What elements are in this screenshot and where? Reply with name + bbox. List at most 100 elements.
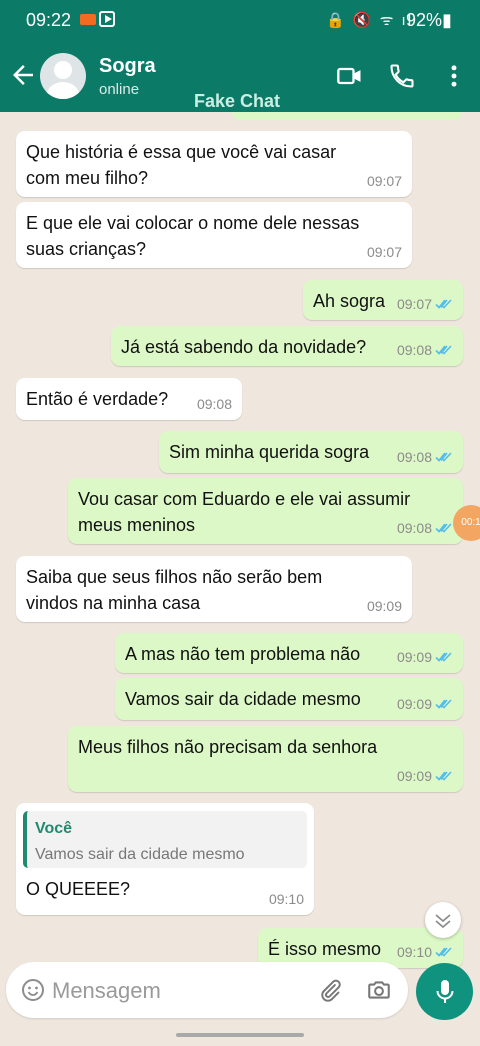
message-bubble-outgoing[interactable]: Vou casar com Eduardo e ele vai assumir m… [68,478,463,544]
scroll-to-bottom-button[interactable] [425,902,461,938]
status-time: 09:22 [26,10,72,30]
message-text: A mas não tem problema não [125,641,360,667]
home-handle[interactable] [176,1033,304,1037]
message-timestamp: 09:07 [366,173,402,189]
message-bubble-outgoing[interactable]: Meus filhos não precisam da senhora 09:09 [68,726,463,792]
message-timestamp: 09:08 [396,520,432,536]
camera-icon[interactable] [365,977,393,1003]
message-timestamp: 09:07 [396,296,432,312]
double-check-icon [435,947,452,957]
message-line: suas crianças? [26,239,147,259]
message-bubble-incoming[interactable]: Então é verdade? 09:08 [16,378,242,420]
double-check-icon [435,699,452,709]
message-line: Ah sogra [313,291,386,311]
message-text: É isso mesmo [268,936,381,962]
watermark: Fake Chat [194,91,281,111]
message-bubble-outgoing[interactable]: Ah sogra 09:07 [303,280,463,320]
contact-name[interactable]: Sogra [99,55,156,78]
message-timestamp: 09:08 [196,396,232,412]
message-text: Que história é essa que você vai casar co… [26,139,336,191]
play-store-icon [99,11,115,27]
message-timestamp: 09:08 [396,342,432,358]
double-check-icon [435,345,452,355]
avatar[interactable] [40,53,86,99]
message-text: Vamos sair da cidade mesmo [125,686,361,712]
message-time: 09:08 [397,520,453,536]
message-bubble-incoming[interactable]: Você Vamos sair da cidade mesmo O QUEEEE? 0… [16,803,314,915]
signal-icons: 🔒 🔇 ᯤ ıl [326,12,414,29]
message-text: Já está sabendo da novidade? [121,334,366,360]
message-bubble-outgoing[interactable]: Vamos sair da cidade mesmo 09:09 [115,678,463,720]
status-bar: 09:22 🔒 🔇 ᯤ ıl 92%▮ [0,0,480,40]
message-timestamp: 09:10 [268,891,304,907]
message-line: vindos na minha casa [26,593,201,613]
screen-record-icon [80,14,96,25]
message-text: Ah sogra [313,288,385,314]
message-bubble-outgoing[interactable]: Sim minha querida sogra 09:08 [159,431,463,473]
chevron-down-icon [435,914,451,929]
chat-header: Sogra online Fake Chat [0,40,480,112]
battery-level: 92%▮ [406,10,452,30]
message-time: 09:09 [367,598,402,614]
navigation-bar [0,1026,480,1046]
message-line: É isso mesmo [268,939,382,959]
message-line: meus meninos [78,515,196,535]
message-bubble-incoming[interactable]: Que história é essa que você vai casar co… [16,131,412,197]
message-time: 09:09 [397,696,453,712]
message-text: O QUEEEE? [26,876,130,902]
message-timestamp: 09:07 [366,244,402,260]
message-text: Vou casar com Eduardo e ele vai assumir m… [78,486,410,538]
mic-button[interactable] [416,963,473,1020]
more-options-icon[interactable] [440,62,468,90]
message-time: 09:07 [397,296,453,312]
back-arrow-icon[interactable] [8,60,38,90]
mic-icon [436,980,454,1003]
message-bubble-outgoing[interactable]: A mas não tem problema não 09:09 [115,633,463,673]
message-line: Vamos sair da cidade mesmo [125,689,361,709]
message-time: 09:09 [397,649,453,665]
double-check-icon [435,771,452,781]
message-line: O QUEEEE? [26,879,131,899]
message-line: Já está sabendo da novidade? [121,337,367,357]
message-text: E que ele vai colocar o nome dele nessas… [26,210,359,262]
quoted-message[interactable]: Você Vamos sair da cidade mesmo [23,811,307,868]
message-line: Que história é essa que você vai casar [26,142,337,162]
video-call-icon[interactable] [336,62,364,90]
message-input[interactable]: Mensagem [52,978,161,1004]
message-time: 09:08 [197,396,232,412]
message-text: Meus filhos não precisam da senhora [78,734,377,760]
message-line: Então é verdade? [26,389,169,409]
message-time: 09:08 [397,342,453,358]
double-check-icon [435,299,452,309]
message-line: Sim minha querida sogra [169,442,370,462]
double-check-icon [435,523,452,533]
message-timestamp: 09:09 [396,768,432,784]
message-composer[interactable]: Mensagem [6,962,408,1018]
message-bubble-outgoing[interactable]: Já está sabendo da novidade? 09:08 [111,326,463,366]
message-time: 09:10 [269,891,304,907]
message-time: 09:07 [367,244,402,260]
contact-status: online [99,81,140,98]
emoji-icon[interactable] [21,978,45,1002]
message-text: Sim minha querida sogra [169,439,369,465]
double-check-icon [435,452,452,462]
message-text: Então é verdade? [26,386,168,412]
message-line: Meus filhos não precisam da senhora [78,737,378,757]
message-line: Vou casar com Eduardo e ele vai assumir [78,489,411,509]
message-timestamp: 09:08 [396,449,432,465]
quoted-author: Você [35,820,73,837]
message-bubble-incoming[interactable]: E que ele vai colocar o nome dele nessas… [16,202,412,268]
message-bubble-incoming[interactable]: Saiba que seus filhos não serão bem vindo… [16,556,412,622]
message-line: E que ele vai colocar o nome dele nessas [26,213,360,233]
attach-icon[interactable] [317,978,343,1004]
message-timestamp: 09:10 [396,944,432,960]
message-line: A mas não tem problema não [125,644,361,664]
double-check-icon [435,652,452,662]
quoted-text: Vamos sair da cidade mesmo [35,846,245,863]
message-time: 09:10 [397,944,453,960]
message-line: Saiba que seus filhos não serão bem [26,567,323,587]
message-timestamp: 09:09 [396,649,432,665]
message-bubble-partial [232,112,462,120]
phone-icon[interactable] [388,62,416,90]
message-time: 09:07 [367,173,402,189]
